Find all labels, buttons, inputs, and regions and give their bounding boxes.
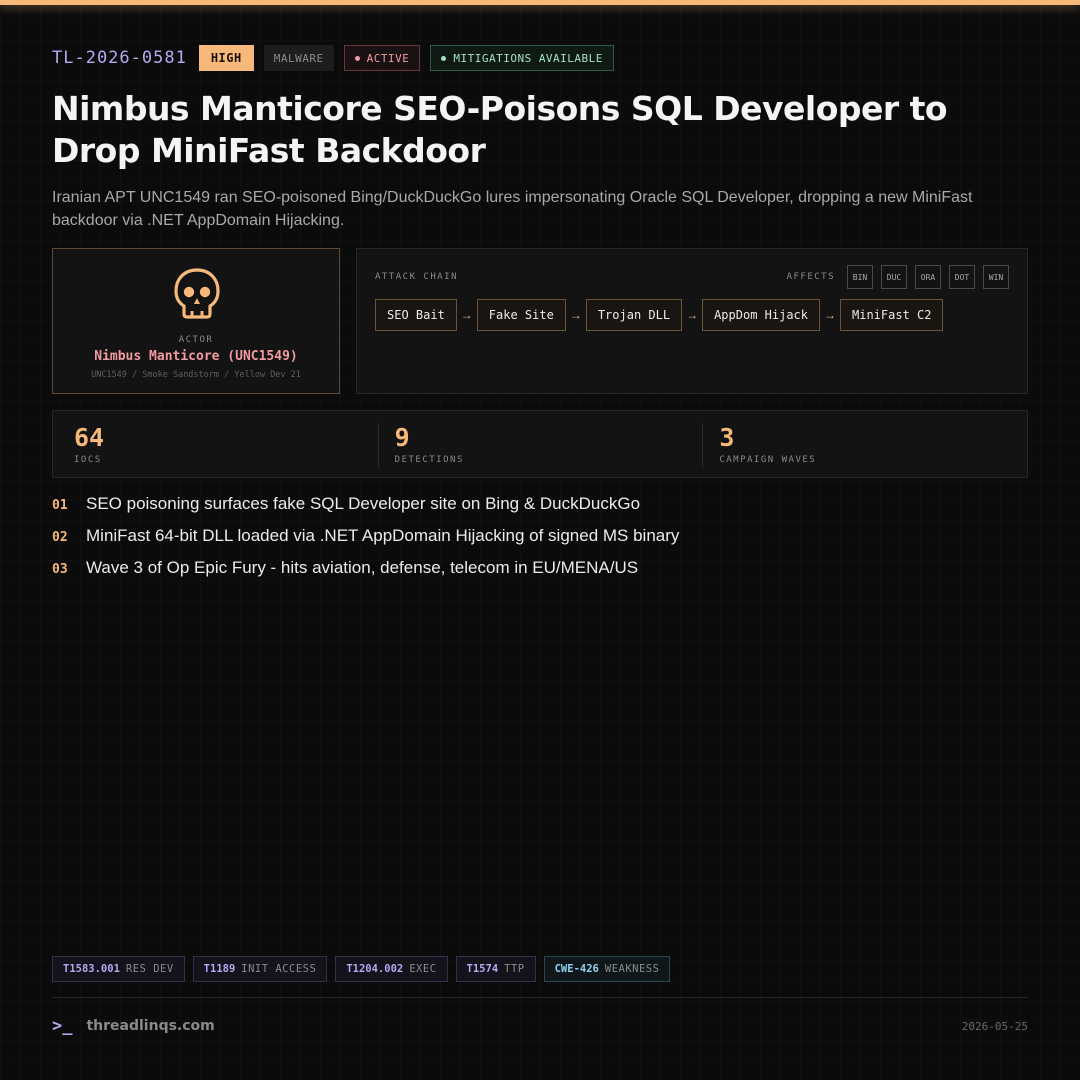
brand-link[interactable]: threadlinqs.com [86,1018,214,1034]
stat-label: DETECTIONS [394,455,464,465]
stat-value: 3 [719,423,735,452]
skull-icon [174,268,220,319]
tag-desc: WEAKNESS [604,963,660,975]
footer: >_ threadlinqs.com 2026-05-25 [52,1014,1028,1038]
arrow-right-icon: → [686,308,699,322]
footer-divider [52,997,1028,998]
stat-label: CAMPAIGN WAVES [719,455,817,465]
list-item: 01 SEO poisoning surfaces fake SQL Devel… [52,494,1028,526]
header-row: TL-2026-0581 HIGH MALWARE ACTIVE MITIGAT… [52,44,614,72]
severity-badge: HIGH [198,45,254,71]
mitigation-badge: MITIGATIONS AVAILABLE [430,45,614,71]
tag-id: T1204.002 [346,963,404,975]
technique-tag[interactable]: T1583.001 RES DEV [52,956,185,982]
point-number: 02 [52,530,68,545]
mitigation-label: MITIGATIONS AVAILABLE [453,51,603,65]
arrow-right-icon: → [824,308,836,322]
actor-aliases: UNC1549 / Smoke Sandstorm / Yellow Dev 2… [91,370,301,380]
stat-detections: 9 DETECTIONS [377,411,703,477]
publish-date: 2026-05-25 [961,1019,1028,1033]
attack-chain-steps: SEO Bait → Fake Site → Trojan DLL → AppD… [375,299,944,331]
actor-name: Nimbus Manticore (UNC1549) [94,349,298,364]
mitigation-dot-icon [441,55,447,61]
stat-label: IOCS [74,455,102,465]
technique-tag[interactable]: T1574 TTP [455,956,536,982]
terminal-prompt-icon: >_ [52,1016,73,1036]
point-number: 03 [52,562,68,577]
affects-list: AFFECTS BIN DUC ORA DOT WIN [787,265,1009,289]
status-badge: ACTIVE [343,45,421,71]
page-title: Nimbus Manticore SEO-Poisons SQL Develop… [52,89,948,170]
attack-chain-label: ATTACK CHAIN [375,272,459,282]
tag-id: T1574 [466,963,499,975]
status-dot-icon [354,55,360,61]
chain-step: Trojan DLL [585,299,683,331]
technique-tag[interactable]: T1204.002 EXEC [335,956,448,982]
status-label: ACTIVE [366,51,410,65]
threat-card: TL-2026-0581 HIGH MALWARE ACTIVE MITIGAT… [52,0,1028,1080]
chain-step: MiniFast C2 [840,299,944,331]
category-badge: MALWARE [263,45,334,71]
affects-chip: BIN [847,265,873,289]
actor-label: ACTOR [178,335,214,345]
point-text: MiniFast 64-bit DLL loaded via .NET AppD… [86,526,680,545]
affects-chip: ORA [915,265,941,289]
page-subtitle: Iranian APT UNC1549 ran SEO-poisoned Bin… [52,189,973,229]
threat-id: TL-2026-0581 [52,48,187,68]
affects-chip: WIN [983,265,1009,289]
list-item: 03 Wave 3 of Op Epic Fury - hits aviatio… [52,558,1028,590]
technique-tag[interactable]: T1189 INIT ACCESS [192,956,328,982]
stat-value: 9 [394,423,410,452]
tag-desc: INIT ACCESS [241,963,317,975]
point-number: 01 [52,498,68,513]
arrow-right-icon: → [569,308,582,322]
tag-id: T1583.001 [63,963,120,975]
chain-step: AppDom Hijack [702,299,820,331]
chain-step: SEO Bait [375,299,457,331]
tag-desc: RES DEV [125,963,174,975]
stats-bar: 64 IOCS 9 DETECTIONS 3 CAMPAIGN WAVES [52,410,1028,478]
stat-iocs: 64 IOCS [53,411,378,477]
list-item: 02 MiniFast 64-bit DLL loaded via .NET A… [52,526,1028,558]
tag-id: CWE-426 [554,963,599,975]
tag-id: T1189 [203,963,236,975]
weakness-tag[interactable]: CWE-426 WEAKNESS [543,956,671,982]
arrow-right-icon: → [460,308,473,322]
actor-card: ACTOR Nimbus Manticore (UNC1549) UNC1549… [52,248,340,394]
chain-step: Fake Site [476,299,566,331]
attack-chain-card: ATTACK CHAIN AFFECTS BIN DUC ORA DOT WIN… [356,248,1028,394]
tag-desc: EXEC [409,963,437,975]
affects-chip: DOT [949,265,975,289]
tag-desc: TTP [504,963,525,975]
stat-campaign-waves: 3 CAMPAIGN WAVES [702,411,1027,477]
point-text: Wave 3 of Op Epic Fury - hits aviation, … [86,558,639,577]
technique-tags: T1583.001 RES DEV T1189 INIT ACCESS T1204.… [52,956,671,982]
key-points-list: 01 SEO poisoning surfaces fake SQL Devel… [52,494,1028,590]
stat-value: 64 [74,423,105,452]
point-text: SEO poisoning surfaces fake SQL Develope… [86,494,641,513]
affects-chip: DUC [881,265,907,289]
affects-label: AFFECTS [786,272,835,282]
